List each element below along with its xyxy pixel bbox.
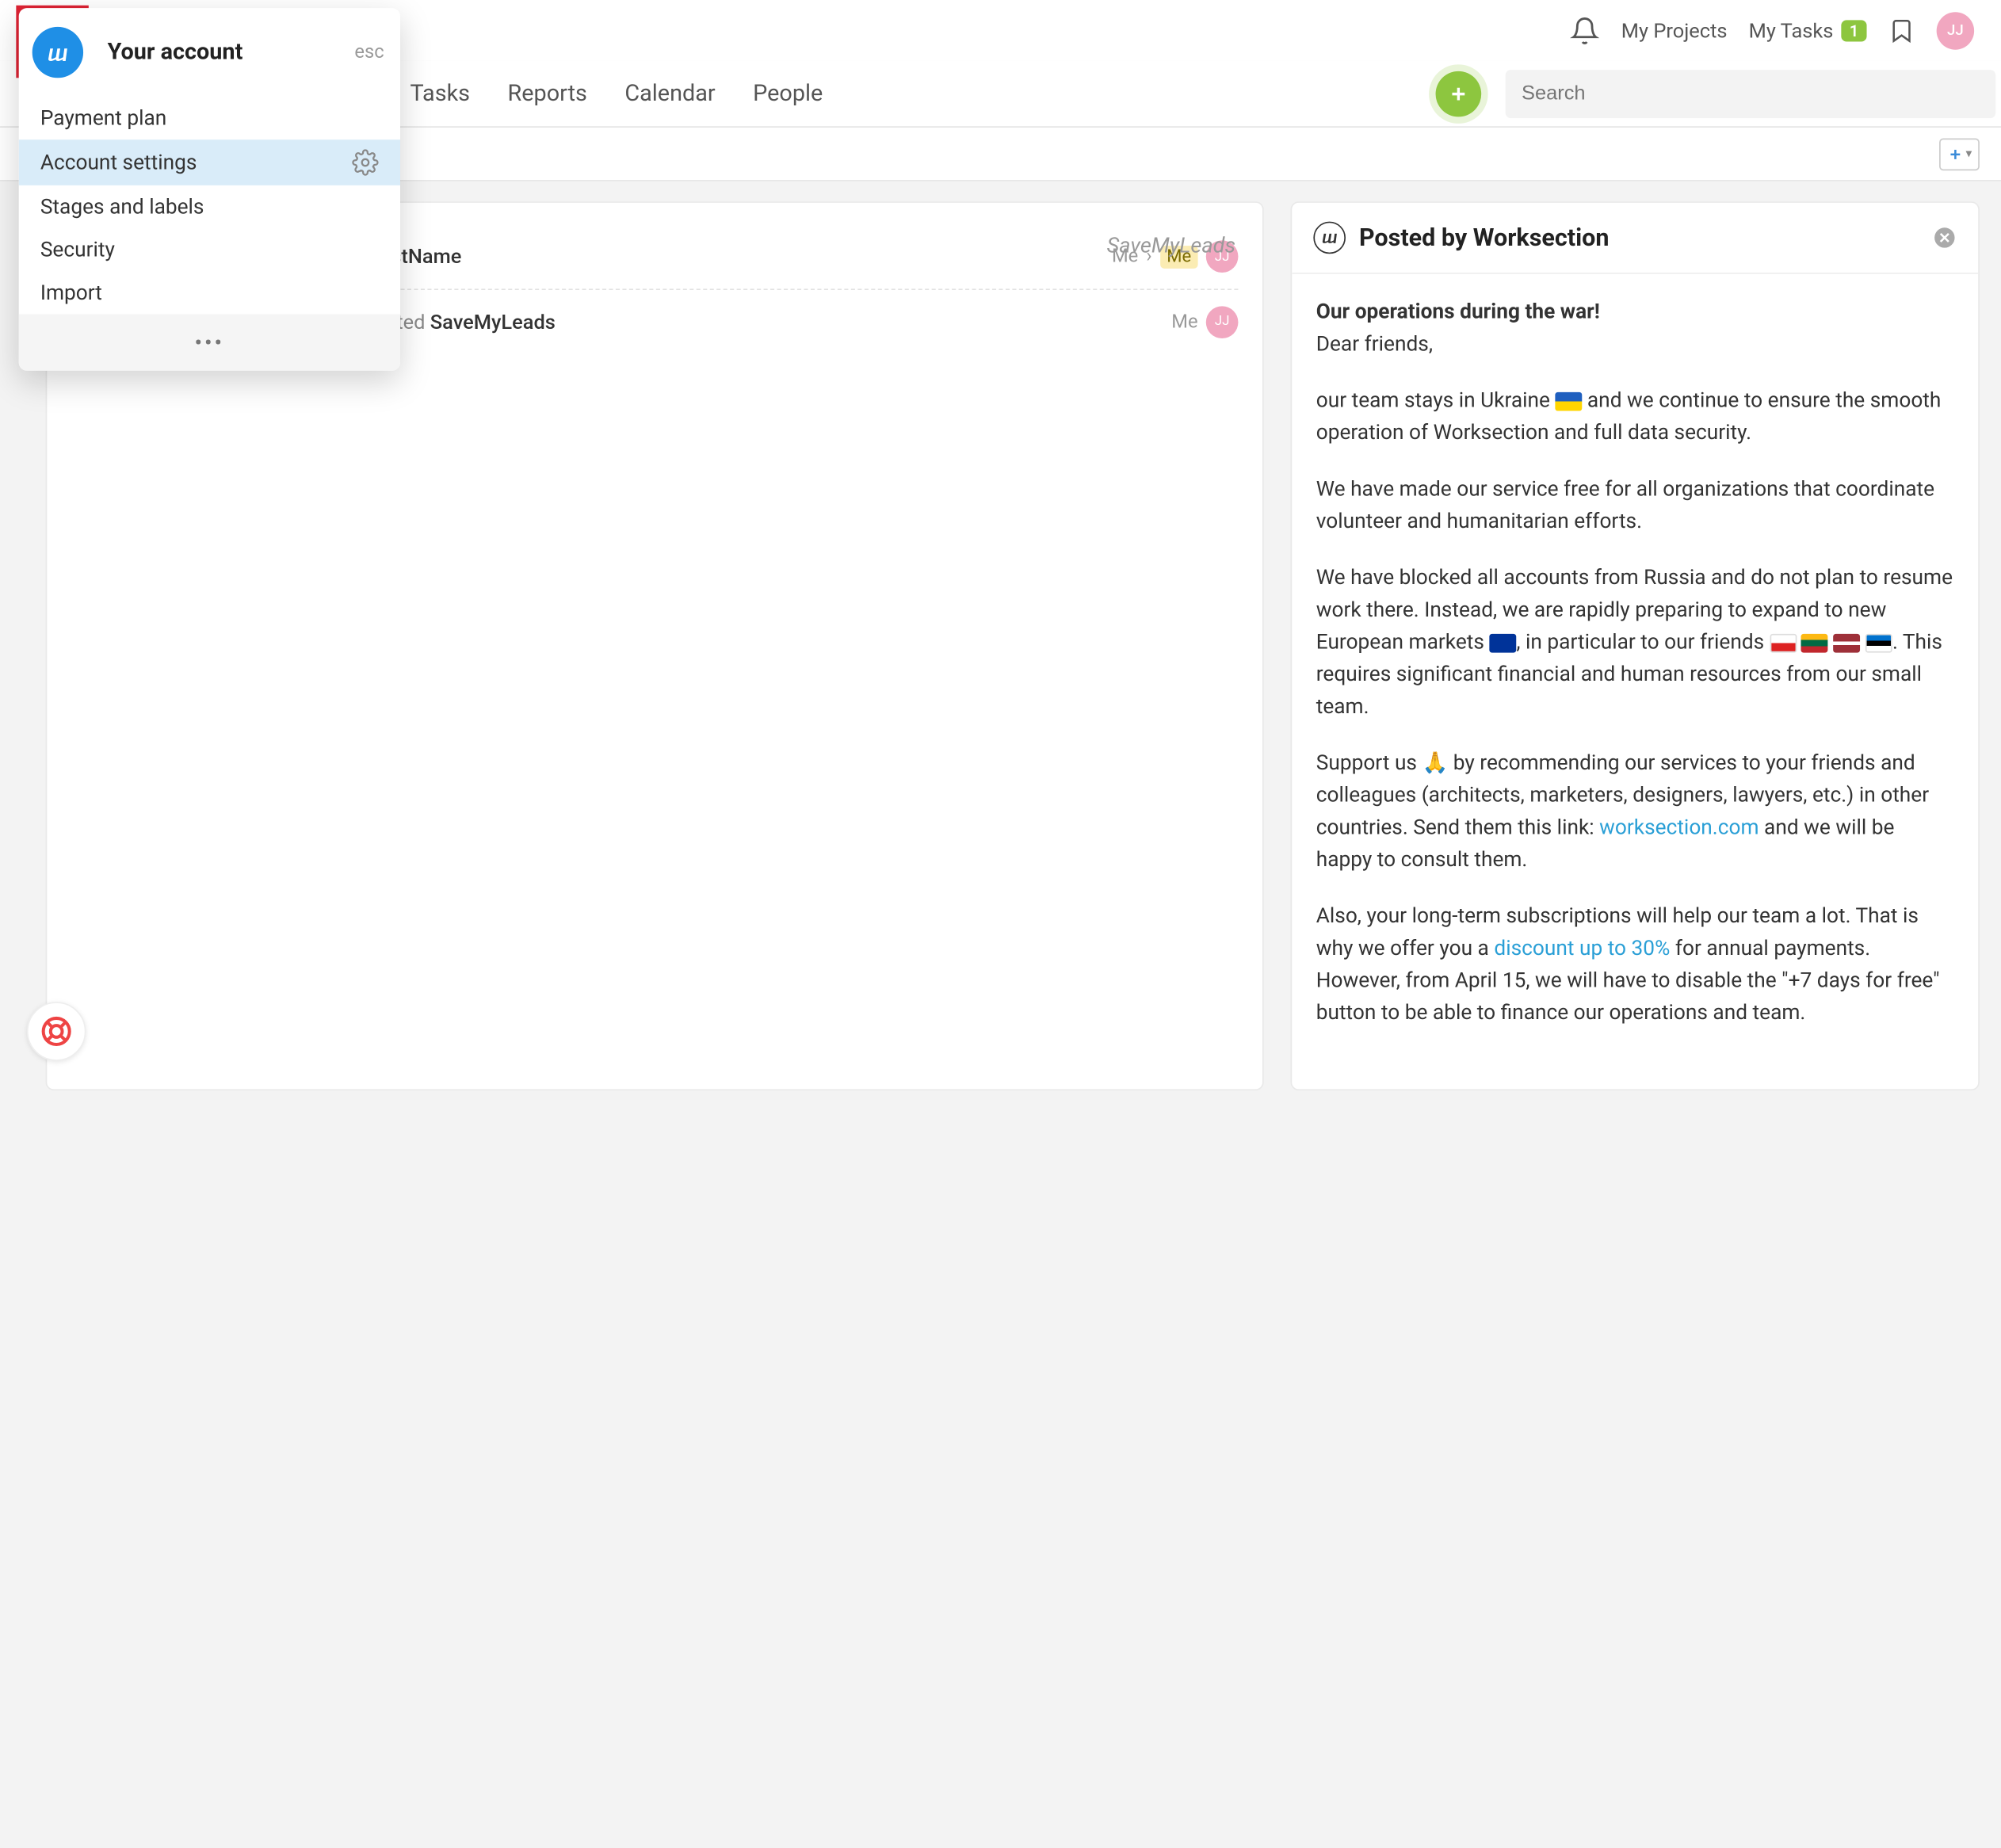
my-tasks-link[interactable]: My Tasks 1 (1749, 18, 1867, 43)
assignee-avatar: JJ (1206, 306, 1239, 338)
feed-row-assignment: Me JJ (1171, 306, 1238, 338)
chevron-down-icon: ▾ (1965, 147, 1972, 161)
gear-icon (352, 149, 379, 176)
tab-tasks[interactable]: Tasks (410, 80, 470, 107)
menu-item-import[interactable]: Import (19, 271, 400, 314)
search-input[interactable] (1522, 82, 1980, 105)
announcement-paragraph: We have made our service free for all or… (1316, 473, 1954, 537)
my-tasks-count-badge: 1 (1842, 20, 1867, 41)
assignee-me: Me (1171, 311, 1197, 332)
menu-item-stages-labels[interactable]: Stages and labels (19, 185, 400, 228)
add-menu-button[interactable]: ▾ (1939, 138, 1980, 170)
worksection-link[interactable]: worksection.com (1599, 815, 1759, 840)
announcement-paragraph: Also, your long-term subscriptions will … (1316, 900, 1954, 1029)
account-dropdown-more[interactable]: ••• (19, 315, 400, 371)
tab-calendar[interactable]: Calendar (624, 80, 715, 107)
announcement-headline: Our operations during the war! (1316, 300, 1600, 324)
escape-hint: esc (354, 42, 384, 63)
flag-latvia-icon (1834, 634, 1861, 653)
my-tasks-label: My Tasks (1749, 18, 1834, 43)
announcement-greeting: Dear friends, (1316, 332, 1433, 357)
add-button[interactable] (1436, 71, 1482, 116)
announcement-header: ⴍ Posted by Worksection (1292, 203, 1978, 274)
search-box[interactable] (1506, 69, 1996, 117)
account-dropdown: ⴍ Your account esc Payment plan Account … (19, 8, 400, 371)
announcement-panel: ⴍ Posted by Worksection Our operations d… (1291, 201, 1980, 1090)
close-icon[interactable] (1933, 226, 1957, 250)
menu-item-security[interactable]: Security (19, 228, 400, 271)
user-avatar[interactable]: JJ (1937, 11, 1974, 48)
flag-ukraine-icon (1555, 392, 1582, 411)
announcement-paragraph: Support us 🙏 by recommending our service… (1316, 747, 1954, 876)
announcement-paragraph: our team stays in Ukraine and we continu… (1316, 384, 1954, 449)
account-dropdown-title: Your account (108, 39, 336, 66)
my-projects-link[interactable]: My Projects (1621, 18, 1728, 43)
flag-estonia-icon (1865, 634, 1892, 653)
flag-lithuania-icon (1801, 634, 1828, 653)
announcement-title: Posted by Worksection (1359, 223, 1919, 252)
tab-reports[interactable]: Reports (508, 80, 587, 107)
project-name-label: SaveMyLeads (1107, 232, 1235, 258)
menu-item-account-settings[interactable]: Account settings (19, 139, 400, 185)
notifications-icon[interactable] (1570, 15, 1599, 44)
tab-people[interactable]: People (753, 80, 823, 107)
announcement-body: Our operations during the war! Dear frien… (1292, 274, 1978, 1075)
discount-link[interactable]: discount up to 30% (1494, 937, 1670, 961)
life-ring-icon (39, 1014, 74, 1048)
bookmark-icon[interactable] (1888, 15, 1915, 44)
flag-poland-icon (1770, 634, 1797, 653)
account-dropdown-header: ⴍ Your account esc (19, 8, 400, 97)
announcement-paragraph: We have blocked all accounts from Russia… (1316, 562, 1954, 723)
worksection-logo-icon: ⴍ (1313, 222, 1346, 254)
menu-item-payment-plan[interactable]: Payment plan (19, 97, 400, 139)
help-button[interactable] (27, 1002, 86, 1061)
worksection-logo-icon: ⴍ (32, 27, 83, 78)
account-logo[interactable]: ⴍ (27, 21, 89, 83)
flag-eu-icon (1489, 634, 1516, 653)
